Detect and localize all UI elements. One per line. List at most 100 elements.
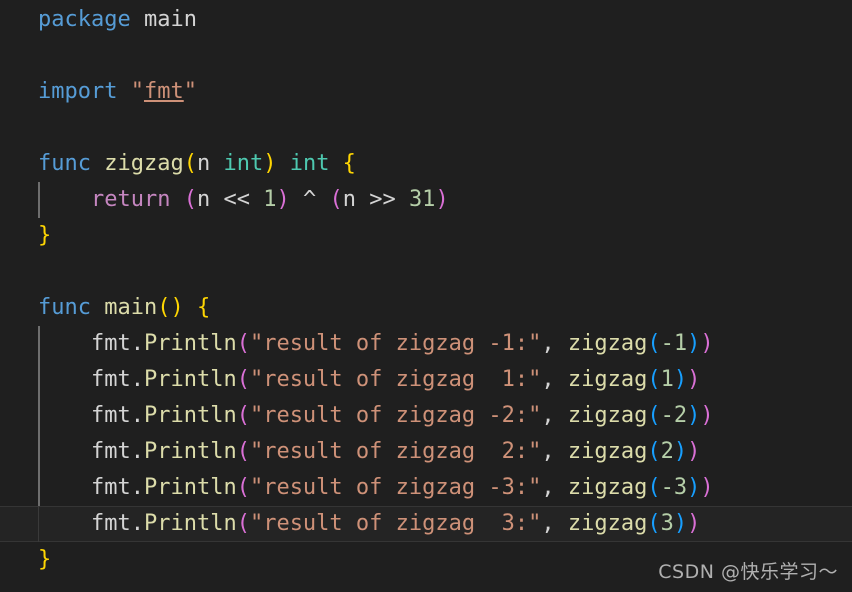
argument-separator-comma: , bbox=[541, 475, 568, 500]
paren-close-println: ) bbox=[687, 439, 701, 464]
import-quote-open: " bbox=[117, 79, 144, 104]
member-access-dot: . bbox=[130, 403, 144, 428]
paren-open-zigzag: ( bbox=[647, 439, 661, 464]
paren-open-zigzag: ( bbox=[647, 475, 661, 500]
paren-open-zigzag: ( bbox=[647, 331, 661, 356]
argument-separator-comma: , bbox=[541, 367, 568, 392]
function-name-zigzag: zigzag bbox=[90, 151, 184, 176]
receiver-fmt: fmt bbox=[90, 367, 131, 392]
paren-close-shift-left: ) bbox=[276, 187, 290, 212]
code-line-blank-1[interactable] bbox=[0, 38, 852, 74]
code-line-close-zigzag[interactable]: } bbox=[0, 218, 852, 254]
argument-number: -2 bbox=[660, 403, 688, 428]
code-line-println[interactable]: fmt.Println("result of zigzag -1:", zigz… bbox=[0, 326, 852, 362]
csdn-watermark: CSDN @快乐学习～ bbox=[658, 561, 838, 583]
member-access-dot: . bbox=[130, 439, 144, 464]
code-line-println[interactable]: fmt.Println("result of zigzag 3:", zigza… bbox=[0, 506, 852, 542]
paren-open-zigzag: ( bbox=[647, 511, 661, 536]
paren-close-println: ) bbox=[700, 331, 714, 356]
member-access-dot: . bbox=[130, 511, 144, 536]
paren-close-shift-right: ) bbox=[435, 187, 449, 212]
code-line-func-main[interactable]: func main() { bbox=[0, 290, 852, 326]
method-println: Println bbox=[143, 367, 237, 392]
paren-close: ) bbox=[263, 151, 277, 176]
code-line-println[interactable]: fmt.Println("result of zigzag -2:", zigz… bbox=[0, 398, 852, 434]
keyword-func: func bbox=[38, 151, 91, 176]
string-literal-message: "result of zigzag 3:" bbox=[249, 511, 542, 536]
function-call-zigzag: zigzag bbox=[567, 511, 648, 536]
argument-number: 3 bbox=[660, 511, 674, 536]
paren-close-println: ) bbox=[687, 511, 701, 536]
method-println: Println bbox=[143, 403, 237, 428]
receiver-fmt: fmt bbox=[90, 403, 131, 428]
function-call-zigzag: zigzag bbox=[567, 331, 648, 356]
receiver-fmt: fmt bbox=[90, 475, 131, 500]
import-path-link[interactable]: fmt bbox=[144, 79, 184, 104]
param-name-n: n bbox=[196, 151, 224, 176]
paren-open-shift-right: ( bbox=[329, 187, 343, 212]
argument-number: -3 bbox=[660, 475, 688, 500]
code-content[interactable]: package main import "fmt" func zigzag(n … bbox=[0, 0, 852, 578]
member-access-dot: . bbox=[130, 331, 144, 356]
paren-open-println: ( bbox=[236, 511, 250, 536]
argument-separator-comma: , bbox=[541, 403, 568, 428]
println-statements[interactable]: fmt.Println("result of zigzag -1:", zigz… bbox=[0, 326, 852, 542]
code-line-println[interactable]: fmt.Println("result of zigzag 1:", zigza… bbox=[0, 362, 852, 398]
function-call-zigzag: zigzag bbox=[567, 403, 648, 428]
keyword-func: func bbox=[38, 295, 91, 320]
number-31: 31 bbox=[408, 187, 436, 212]
argument-separator-comma: , bbox=[541, 331, 568, 356]
paren-open-println: ( bbox=[236, 367, 250, 392]
function-call-zigzag: zigzag bbox=[567, 367, 648, 392]
receiver-fmt: fmt bbox=[90, 511, 131, 536]
paren-close-zigzag: ) bbox=[687, 403, 701, 428]
string-literal-message: "result of zigzag -2:" bbox=[249, 403, 542, 428]
paren-open: ( bbox=[183, 151, 197, 176]
paren-open-println: ( bbox=[236, 403, 250, 428]
paren-open-zigzag: ( bbox=[647, 367, 661, 392]
paren-close-zigzag: ) bbox=[673, 511, 688, 536]
keyword-package: package bbox=[38, 7, 131, 32]
operator-xor: ^ bbox=[289, 187, 330, 212]
argument-number: 1 bbox=[660, 367, 674, 392]
code-line-return[interactable]: return (n << 1) ^ (n >> 31) bbox=[0, 182, 852, 218]
function-call-zigzag: zigzag bbox=[567, 475, 648, 500]
paren-open-shift-left: ( bbox=[170, 187, 197, 212]
paren-open-println: ( bbox=[236, 331, 250, 356]
receiver-fmt: fmt bbox=[90, 439, 131, 464]
argument-number: 2 bbox=[660, 439, 674, 464]
method-println: Println bbox=[143, 331, 237, 356]
paren-open-println: ( bbox=[236, 439, 250, 464]
code-editor[interactable]: package main import "fmt" func zigzag(n … bbox=[0, 0, 852, 592]
code-line-blank-2[interactable] bbox=[0, 110, 852, 146]
receiver-fmt: fmt bbox=[90, 331, 131, 356]
brace-close: } bbox=[38, 223, 52, 248]
argument-number: -1 bbox=[660, 331, 688, 356]
string-literal-message: "result of zigzag 2:" bbox=[249, 439, 542, 464]
member-access-dot: . bbox=[130, 367, 144, 392]
expr-shift-left: n << bbox=[196, 187, 264, 212]
expr-shift-right: n >> bbox=[342, 187, 409, 212]
function-name-main: main bbox=[90, 295, 158, 320]
code-line-println[interactable]: fmt.Println("result of zigzag 2:", zigza… bbox=[0, 434, 852, 470]
argument-separator-comma: , bbox=[541, 439, 568, 464]
argument-separator-comma: , bbox=[541, 511, 568, 536]
code-line-func-zigzag[interactable]: func zigzag(n int) int { bbox=[0, 146, 852, 182]
param-type-int: int bbox=[223, 151, 264, 176]
code-line-blank-3[interactable] bbox=[0, 254, 852, 290]
code-line-println[interactable]: fmt.Println("result of zigzag -3:", zigz… bbox=[0, 470, 852, 506]
function-call-zigzag: zigzag bbox=[567, 439, 648, 464]
number-1: 1 bbox=[263, 187, 277, 212]
import-quote-close: " bbox=[183, 79, 197, 104]
paren-close-println: ) bbox=[687, 367, 701, 392]
code-line-package[interactable]: package main bbox=[0, 2, 852, 38]
parens-empty: () bbox=[157, 295, 184, 320]
code-line-import[interactable]: import "fmt" bbox=[0, 74, 852, 110]
